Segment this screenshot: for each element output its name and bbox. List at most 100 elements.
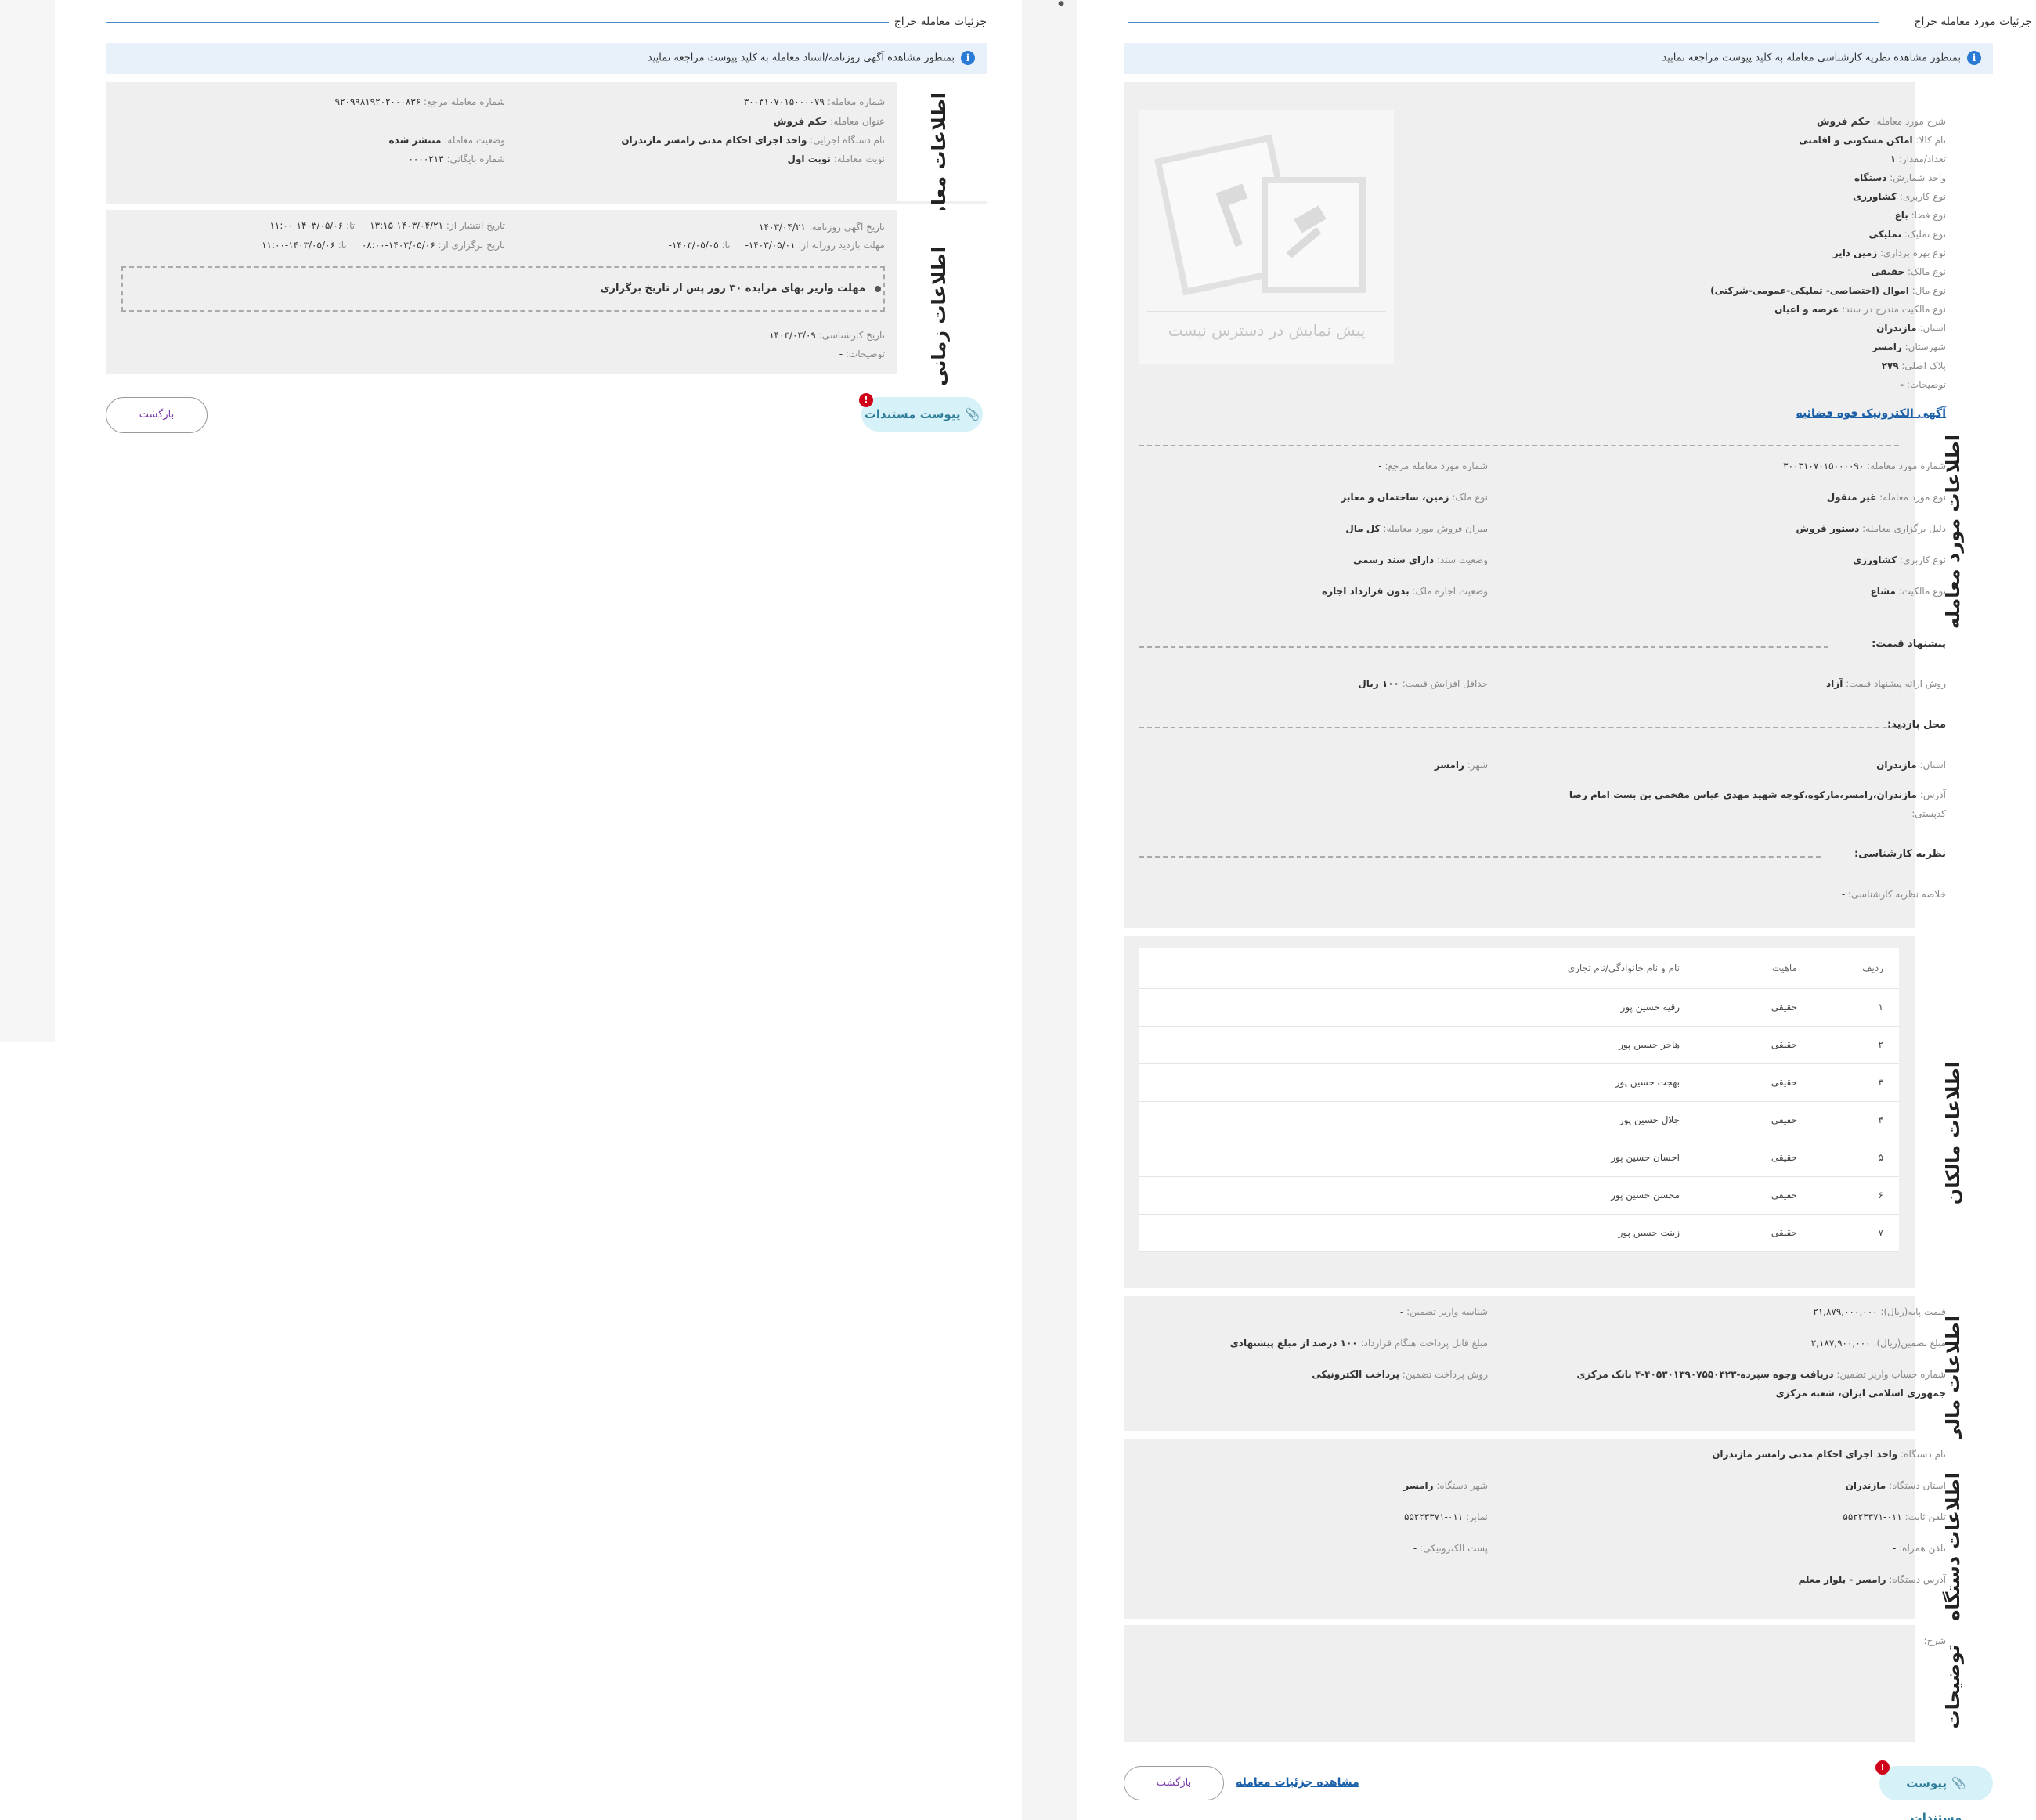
notes-panel <box>1124 1625 1993 1742</box>
owners-header-row: ردیف ماهیت نام و نام خانوادگی/نام تجاری <box>1139 948 1899 989</box>
org-email: پست الکترونیکی: - <box>1413 1543 1488 1554</box>
table-row: ۳ حقیقی بهجت حسین پور <box>1139 1063 1899 1102</box>
ref-number: شماره معامله مرجع: ۹۲۰۹۹۸۱۹۲۰۲۰۰۰۸۳۶ <box>334 96 505 107</box>
lease-status: وضعیت اجاره ملک: بدون قرارداد اجاره <box>1322 586 1488 597</box>
divider-2 <box>1139 646 1828 648</box>
item-detail-row: استان: مازندران <box>1876 323 1946 334</box>
owners-title: اطلاعات مالکان <box>1942 1061 1964 1205</box>
left-title-line <box>106 22 889 23</box>
owner-name-cell: هاجر حسین پور <box>1139 1026 1695 1064</box>
sale-amount: میزان فروش مورد معامله: کل مال <box>1345 523 1488 534</box>
deal-round: نوبت معامله: نوبت اول <box>787 153 885 164</box>
paperclip-icon: 📎 <box>965 407 980 421</box>
org-phone: تلفن ثابت: ۰۱۱-۵۵۲۲۳۳۷۱ <box>1843 1511 1946 1522</box>
paperclip-icon: 📎 <box>1951 1776 1966 1790</box>
base-price: قیمت پایه(ریال): ۲۱,۸۷۹,۰۰۰,۰۰۰ <box>1813 1306 1946 1317</box>
owner-name-cell: احسان حسین پور <box>1139 1139 1695 1177</box>
owner-name-cell: جلال حسین پور <box>1139 1101 1695 1139</box>
divider-1 <box>1139 445 1899 446</box>
org-mobile: تلفن همراه: - <box>1892 1543 1946 1554</box>
table-row: ۷ حقیقی زینت حسین پور <box>1139 1214 1899 1252</box>
payable-amount: مبلغ قابل پرداخت هنگام قرارداد: ۱۰۰ درصد… <box>1229 1338 1488 1349</box>
ownership-type: نوع مالکیت: مشاع <box>1870 586 1947 597</box>
col-name: نام و نام خانوادگی/نام تجاری <box>1139 948 1695 989</box>
table-row: ۱ حقیقی رقیه حسین پور <box>1139 988 1899 1027</box>
visit-range: مهلت بازدید روزانه از: ۱۴۰۳/۰۵/۰۱- تا: ۱… <box>668 240 885 251</box>
divider-3 <box>1139 727 1903 728</box>
table-row: ۵ حقیقی احسان حسین پور <box>1139 1139 1899 1177</box>
finance-title: اطلاعات مالی <box>1942 1316 1964 1445</box>
deed-status: وضعیت سند: دارای سند رسمی <box>1352 554 1488 565</box>
min-increase: حداقل افزایش قیمت: ۱۰۰ ریال <box>1358 678 1488 689</box>
item-detail-row: نوع مال: اموال (اختصاصی- تملیکی-عمومی-شر… <box>1710 285 1946 296</box>
left-attach-button[interactable]: 📎پیوست مستندات <box>861 397 983 432</box>
notes-title: توضیحات <box>1942 1645 1964 1729</box>
item-detail-row: نوع تملیک: تملیکی <box>1868 229 1946 240</box>
owner-type-cell: حقیقی <box>1695 988 1813 1027</box>
guarantee-amount: مبلغ تضمین(ریال): ۲,۱۸۷,۹۰۰,۰۰۰ <box>1810 1338 1946 1349</box>
item-detail-row: تعداد/مقدار: ۱ <box>1890 153 1946 164</box>
center-divider <box>1022 0 1077 1820</box>
account-number: شماره حساب واریز تضمین: دریافت وجوه سپرد… <box>1576 1369 1946 1380</box>
col-type: ماهیت <box>1695 948 1813 989</box>
view-deal-details-link[interactable]: مشاهده جزئیات معامله <box>1236 1776 1359 1789</box>
owners-table: ردیف ماهیت نام و نام خانوادگی/نام تجاری … <box>1139 948 1899 1252</box>
item-detail-row: نام کالا: اماکن مسکونی و اقامتی <box>1799 135 1946 146</box>
owner-type-cell: حقیقی <box>1695 1101 1813 1139</box>
offer-title: پیشنهاد قیمت: <box>1872 638 1946 650</box>
info-icon: i <box>1967 51 1981 65</box>
item-type: نوع مورد معامله: غیر منقول <box>1826 492 1946 503</box>
item-detail-row: نوع مالکیت مندرج در سند: عرصه و اعیان <box>1774 304 1946 315</box>
owner-row-cell: ۵ <box>1813 1139 1899 1177</box>
table-row: ۴ حقیقی جلال حسین پور <box>1139 1101 1899 1139</box>
deal-status: وضعیت معامله: منتشر شده <box>388 135 505 146</box>
left-edge-strip <box>0 0 55 1042</box>
right-attach-button[interactable]: 📎پیوست مستندات <box>1879 1766 1993 1820</box>
owner-row-cell: ۳ <box>1813 1063 1899 1102</box>
deal-number: شماره معامله: ۳۰۰۳۱۰۷۰۱۵۰۰۰۰۷۹ <box>743 96 885 107</box>
owner-row-cell: ۴ <box>1813 1101 1899 1139</box>
left-back-button[interactable]: بازگشت <box>106 397 208 433</box>
owner-type-cell: حقیقی <box>1695 1139 1813 1177</box>
visit-province: استان: مازندران <box>1876 760 1946 771</box>
property-type: نوع ملک: زمین، ساختمان و معابر <box>1341 492 1488 503</box>
owner-name-cell: رقیه حسین پور <box>1139 988 1695 1027</box>
item-detail-row: شرح مورد معامله: حکم فروش <box>1817 116 1946 127</box>
item-detail-row: نوع کاربری: کشاورزی <box>1853 191 1946 202</box>
item-detail-row: نوع بهره برداری: زمین دایر <box>1832 247 1946 258</box>
org-panel <box>1124 1439 1993 1619</box>
info-icon: i <box>961 51 975 65</box>
col-row: ردیف <box>1813 948 1899 989</box>
item-detail-row: توضیحات: - <box>1900 379 1946 390</box>
deal-title: عنوان معامله: حکم فروش <box>773 116 885 127</box>
notes-text: شرح: - <box>1917 1635 1946 1646</box>
table-row: ۶ حقیقی محسن حسین پور <box>1139 1176 1899 1215</box>
archive-number: شماره بایگانی: ۰۰۰۰۲۱۳ <box>408 153 505 164</box>
right-back-button[interactable]: بازگشت <box>1124 1766 1224 1800</box>
expert-date: تاریخ کارشناسی: ۱۴۰۳/۰۳/۰۹ <box>769 330 885 341</box>
expert-summary: خلاصه نظریه کارشناسی: - <box>1841 889 1946 900</box>
bullet-icon <box>875 285 881 292</box>
owner-name-cell: بهجت حسین پور <box>1139 1063 1695 1102</box>
item-detail-row: نوع مالک: حقیقی <box>1871 266 1946 277</box>
org-fax: نمابر: ۰۱۱-۵۵۲۲۳۳۷۱ <box>1403 1511 1488 1522</box>
offer-method: روش ارائه پیشنهاد قیمت: آزاد <box>1826 678 1946 689</box>
item-number: شماره مورد معامله: ۳۰۰۳۱۰۷۰۱۵۰۰۰۰۹۰ <box>1783 460 1946 471</box>
org-name: نام دستگاه: واحد اجرای احکام مدنی رامسر … <box>1712 1449 1946 1460</box>
judiciary-ad-link[interactable]: آگهی الکترونیک قوه قضائیه <box>1796 407 1947 420</box>
ad-date: تاریخ آگهی روزنامه: ۱۴۰۳/۰۴/۲۱ <box>759 222 885 233</box>
owner-name-cell: محسن حسین پور <box>1139 1176 1695 1215</box>
left-section-title: جزئیات معامله حراج <box>893 16 987 28</box>
sale-reason: دلیل برگزاری معامله: دستور فروش <box>1796 523 1946 534</box>
preview-image: پیش نمایش در دسترس نیست <box>1139 110 1394 364</box>
org-address: آدرس دستگاه: رامسر - بلوار معلم <box>1798 1574 1946 1585</box>
publish-range: تاریخ انتشار از: ۱۴۰۳/۰۴/۲۱-۱۳:۱۵ تا: ۱۴… <box>269 220 505 231</box>
left-description: توضیحات: - <box>839 348 885 359</box>
owner-type-cell: حقیقی <box>1695 1176 1813 1215</box>
owner-row-cell: ۶ <box>1813 1176 1899 1215</box>
owner-type-cell: حقیقی <box>1695 1063 1813 1102</box>
owner-type-cell: حقیقی <box>1695 1026 1813 1064</box>
payment-note: مهلت واریز بهای مزایده ۳۰ روز پس از تاری… <box>601 283 881 294</box>
org-city: شهر دستگاه: رامسر <box>1403 1480 1488 1491</box>
owner-row-cell: ۲ <box>1813 1026 1899 1064</box>
